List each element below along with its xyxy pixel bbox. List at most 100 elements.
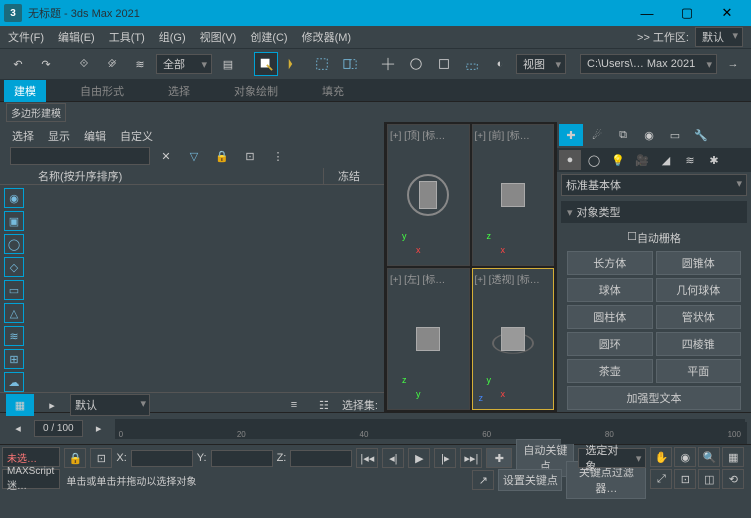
rect-select-button[interactable] — [310, 52, 334, 76]
menu-tools[interactable]: 工具(T) — [109, 29, 145, 45]
bind-spacewarp-button[interactable]: ≋ — [128, 52, 152, 76]
se-tab-custom[interactable]: 自定义 — [120, 128, 153, 144]
se-tab-display[interactable]: 显示 — [48, 128, 70, 144]
cmd-tab-utilities[interactable]: 🔧 — [689, 124, 713, 146]
ribbon-poly-modeling[interactable]: 多边形建模 — [6, 103, 66, 122]
filter-bone-icon[interactable]: ⊞ — [4, 349, 24, 369]
filter-camera-icon[interactable]: ▭ — [4, 280, 24, 300]
viewport-left-label[interactable]: [+] [左] [标… — [390, 271, 445, 286]
se-tab-edit[interactable]: 编辑 — [84, 128, 106, 144]
se-filter-button[interactable]: ▽ — [182, 144, 206, 168]
menu-modifiers[interactable]: 修改器(M) — [302, 29, 352, 45]
cmd-tab-display[interactable]: ▭ — [663, 124, 687, 146]
nav-dolly-button[interactable]: 🔍 — [698, 447, 720, 467]
se-layer-dropdown[interactable]: 默认 — [70, 394, 150, 416]
nav-fov-button[interactable]: ▦ — [722, 447, 744, 467]
se-clear-search-button[interactable]: ✕ — [154, 144, 178, 168]
viewport-top-label[interactable]: [+] [顶] [标… — [390, 127, 445, 142]
btn-tube[interactable]: 管状体 — [656, 305, 742, 329]
nav-maximize-button[interactable]: ◫ — [698, 469, 720, 489]
ribbon-tab-freeform[interactable]: 自由形式 — [70, 80, 134, 102]
se-col-freeze[interactable]: 冻结 — [324, 168, 374, 184]
se-pin-button[interactable]: ⋮ — [266, 144, 290, 168]
btn-cone[interactable]: 圆锥体 — [656, 251, 742, 275]
menu-file[interactable]: 文件(F) — [8, 29, 44, 45]
se-col-name[interactable]: 名称(按升序排序) — [38, 168, 324, 184]
btn-geosphere[interactable]: 几何球体 — [656, 278, 742, 302]
timeline-track[interactable]: 020406080100 — [115, 419, 745, 439]
cmd-category-dropdown[interactable]: 标准基本体 — [561, 174, 747, 196]
autogrid-checkbox[interactable]: ☐ 自动栅格 — [565, 227, 743, 249]
rollout-object-type[interactable]: 对象类型 — [561, 201, 747, 223]
status-script-box[interactable]: 未选… — [2, 447, 60, 467]
nav-zoom-button[interactable]: ⤢ — [650, 469, 672, 489]
project-path-dropdown[interactable]: C:\Users\… Max 2021 — [580, 54, 717, 74]
se-view-button[interactable]: ⊡ — [238, 144, 262, 168]
move-button[interactable] — [376, 52, 400, 76]
filter-container-icon[interactable]: ☁ — [4, 372, 24, 392]
ribbon-tab-modeling[interactable]: 建模 — [4, 80, 46, 102]
filter-all-icon[interactable]: ◉ — [4, 188, 24, 208]
viewport-perspective[interactable]: [+] [透视] [标… xyz — [472, 268, 555, 410]
select-object-button[interactable] — [254, 52, 278, 76]
viewport-persp-label[interactable]: [+] [透视] [标… — [475, 271, 540, 286]
ribbon-tab-selection[interactable]: 选择 — [158, 80, 200, 102]
cmd-tab-motion[interactable]: ◉ — [637, 124, 661, 146]
goto-start-button[interactable]: |◂◂ — [356, 448, 378, 468]
cat-spacewarps[interactable]: ≋ — [679, 150, 701, 170]
se-lock-button[interactable]: 🔒 — [210, 144, 234, 168]
btn-sphere[interactable]: 球体 — [567, 278, 653, 302]
cat-geometry[interactable]: ● — [559, 150, 581, 170]
workarea-dropdown[interactable]: 默认 — [695, 27, 743, 47]
cmd-tab-hierarchy[interactable]: ⧉ — [611, 124, 635, 146]
key-mode-button[interactable]: ↗ — [472, 470, 494, 490]
play-button[interactable]: ▶ — [408, 448, 430, 468]
btn-textplus[interactable]: 加强型文本 — [567, 386, 741, 410]
nav-pan-button[interactable]: ✋ — [650, 447, 672, 467]
ref-coord-dropdown[interactable]: 视图 — [516, 54, 566, 74]
nav-roll-button[interactable]: ⟲ — [722, 469, 744, 489]
btn-pyramid[interactable]: 四棱锥 — [656, 332, 742, 356]
se-selset-icon2[interactable]: ☷ — [312, 393, 336, 417]
se-layout-button[interactable]: ▦ — [6, 394, 34, 416]
timeline-next-button[interactable]: ▸ — [87, 417, 111, 441]
coord-x-input[interactable] — [131, 450, 193, 467]
rotate-button[interactable] — [404, 52, 428, 76]
se-tab-select[interactable]: 选择 — [12, 128, 34, 144]
keymode-dropdown[interactable]: 选定对象 — [578, 448, 646, 468]
isolate-button[interactable]: ⊡ — [90, 448, 112, 468]
filter-button[interactable]: ▤ — [216, 52, 240, 76]
path-browse-button[interactable]: → — [721, 52, 745, 76]
btn-box[interactable]: 长方体 — [567, 251, 653, 275]
nav-orbit-button[interactable]: ◉ — [674, 447, 696, 467]
menu-group[interactable]: 组(G) — [159, 29, 186, 45]
viewport-top[interactable]: [+] [顶] [标… xy — [387, 124, 470, 266]
nav-zoomall-button[interactable]: ⊡ — [674, 469, 696, 489]
filter-spacewarp-icon[interactable]: ≋ — [4, 326, 24, 346]
selection-filter-dropdown[interactable]: 全部 — [156, 54, 212, 74]
lock-selection-button[interactable]: 🔒 — [64, 448, 86, 468]
menu-view[interactable]: 视图(V) — [200, 29, 237, 45]
menu-edit[interactable]: 编辑(E) — [58, 29, 95, 45]
timeline-prev-button[interactable]: ◂ — [6, 417, 30, 441]
ref-coord-button[interactable]: ◐ — [488, 52, 512, 76]
cat-systems[interactable]: ✱ — [703, 150, 725, 170]
se-search-input[interactable] — [10, 147, 150, 165]
cat-cameras[interactable]: 🎥 — [631, 150, 653, 170]
cat-lights[interactable]: 💡 — [607, 150, 629, 170]
viewport-left[interactable]: [+] [左] [标… yz — [387, 268, 470, 410]
select-by-name-button[interactable] — [282, 52, 306, 76]
minimize-button[interactable]: — — [627, 0, 667, 26]
filter-geom-icon[interactable]: ▣ — [4, 211, 24, 231]
btn-plane[interactable]: 平面 — [656, 359, 742, 383]
setkey-button[interactable]: 设置关键点 — [498, 469, 562, 491]
filter-helper-icon[interactable]: △ — [4, 303, 24, 323]
unlink-button[interactable]: ⟐̷ — [100, 52, 124, 76]
coord-z-input[interactable] — [290, 450, 352, 467]
btn-cylinder[interactable]: 圆柱体 — [567, 305, 653, 329]
ribbon-tab-paint[interactable]: 对象绘制 — [224, 80, 288, 102]
next-frame-button[interactable]: |▸ — [434, 448, 456, 468]
undo-button[interactable]: ↶ — [6, 52, 30, 76]
cmd-tab-modify[interactable]: ☄ — [585, 124, 609, 146]
se-expand-button[interactable]: ▸ — [40, 393, 64, 417]
